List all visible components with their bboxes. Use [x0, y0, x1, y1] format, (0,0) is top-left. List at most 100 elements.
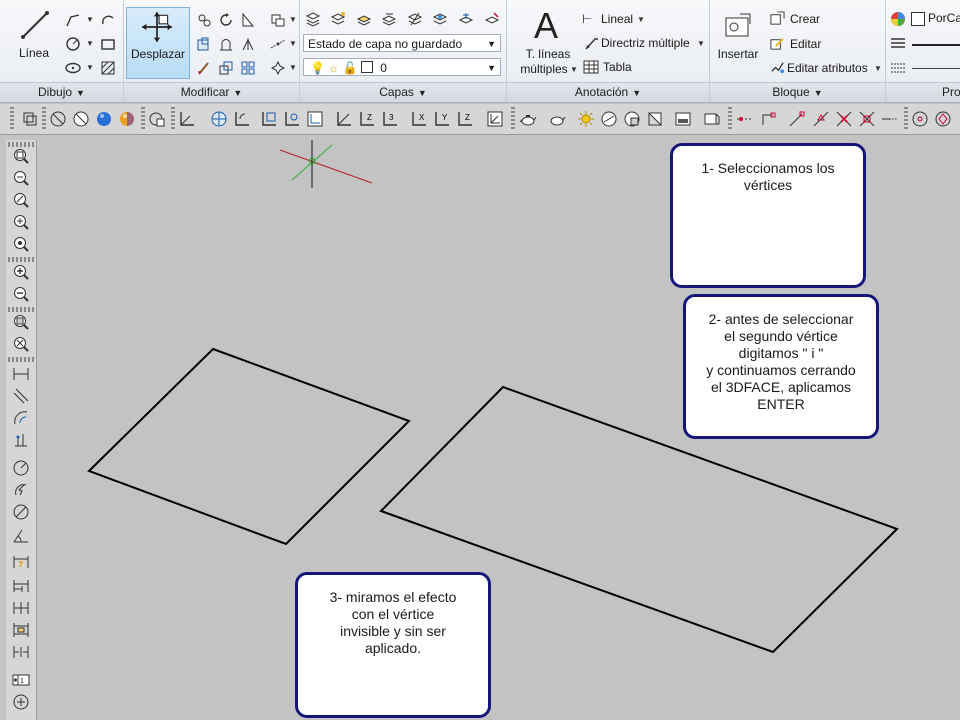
ellipse-dropdown-icon[interactable]: ▼: [86, 63, 94, 72]
erase-dropdown-icon[interactable]: ▼: [289, 15, 297, 24]
create-block-button[interactable]: Crear: [790, 11, 820, 27]
toolbar-grip[interactable]: [141, 107, 145, 131]
line-tool-button[interactable]: [16, 6, 54, 44]
panel-anotacion-title[interactable]: Anotación ▼: [507, 82, 709, 102]
mirror-button[interactable]: [193, 33, 215, 55]
layer-isolate-button[interactable]: [404, 8, 426, 30]
rotate-button[interactable]: [215, 9, 237, 31]
dim-jogged-button[interactable]: [11, 480, 31, 500]
snap-endpoint-button[interactable]: [735, 109, 755, 129]
ucs-y-button[interactable]: Y: [432, 109, 452, 129]
ucs-button[interactable]: [177, 109, 197, 129]
mleader-dropdown-icon[interactable]: ▼: [697, 39, 705, 48]
dim-space-button[interactable]: [11, 620, 31, 640]
snap-from-button[interactable]: [759, 109, 779, 129]
scale-button[interactable]: [215, 57, 237, 79]
fillet-button[interactable]: [215, 33, 237, 55]
current-layer-combo[interactable]: 💡 ☼ 🔓 0 ▼: [303, 58, 501, 76]
render-button[interactable]: [518, 109, 538, 129]
panel-modificar-title[interactable]: Modificar ▼: [124, 82, 299, 102]
layer-state-combo[interactable]: Estado de capa no guardado ▼: [303, 34, 501, 52]
brush-button[interactable]: [193, 57, 215, 79]
mleader-button[interactable]: Directriz múltiple: [601, 35, 690, 51]
mtext-dropdown-icon[interactable]: ▼: [570, 65, 578, 74]
explode-dropdown-icon[interactable]: ▼: [289, 63, 297, 72]
snap-endpoint2-button[interactable]: [787, 109, 807, 129]
ucs-view-button[interactable]: [305, 109, 325, 129]
circle-dropdown-icon[interactable]: ▼: [86, 39, 94, 48]
dim-radius-button[interactable]: [11, 458, 31, 478]
snap-quadrant-button[interactable]: [933, 109, 953, 129]
zoom-window-button[interactable]: [11, 146, 31, 166]
break-dropdown-icon[interactable]: ▼: [289, 39, 297, 48]
dim-continue-button[interactable]: [11, 598, 31, 618]
toolbar-grip[interactable]: [8, 357, 34, 362]
snap-extension-button[interactable]: [880, 109, 900, 129]
zoom-object-button[interactable]: [11, 234, 31, 254]
layer-previous-button[interactable]: [378, 8, 400, 30]
dim-break-button[interactable]: [11, 642, 31, 662]
zoom-extents-button[interactable]: [11, 334, 31, 354]
ucs-face-button[interactable]: [259, 109, 279, 129]
ucs-z-button[interactable]: Z: [455, 109, 475, 129]
layer-state-button[interactable]: [327, 8, 349, 30]
ucs-object-button[interactable]: [282, 109, 302, 129]
toolbar-grip[interactable]: [10, 107, 14, 131]
trim-button[interactable]: [237, 9, 259, 31]
edit-attributes-button[interactable]: Editar atributos: [787, 60, 868, 76]
zoom-scale-button[interactable]: [11, 190, 31, 210]
ucs-x-button[interactable]: X: [409, 109, 429, 129]
erase-button[interactable]: [267, 9, 289, 31]
dim-linear-button[interactable]: [11, 364, 31, 384]
materials-button[interactable]: [599, 109, 619, 129]
toolbar-grip[interactable]: [904, 107, 908, 131]
dim-aligned-button[interactable]: [11, 386, 31, 406]
layer-properties-button[interactable]: [302, 8, 324, 30]
ucs-world-button[interactable]: [20, 109, 40, 129]
lineweight-control[interactable]: [912, 44, 960, 46]
panel-propiedades-title[interactable]: Pro: [886, 82, 960, 102]
snap-midpoint-button[interactable]: [811, 109, 831, 129]
dim-arc-button[interactable]: [11, 408, 31, 428]
layer-off-button[interactable]: [481, 8, 503, 30]
layer-unisolate-button[interactable]: [429, 8, 451, 30]
dim-angular-button[interactable]: [11, 526, 31, 546]
explode-button[interactable]: [267, 57, 289, 79]
ucs-world-globe-button[interactable]: [209, 109, 229, 129]
arc-button[interactable]: [97, 9, 119, 31]
layer-freeze-button[interactable]: [455, 8, 477, 30]
toolbar-grip[interactable]: [728, 107, 732, 131]
table-button[interactable]: Tabla: [603, 59, 632, 75]
color-control[interactable]: PorCa: [928, 10, 960, 26]
zoom-center-button[interactable]: [11, 212, 31, 232]
panel-dibujo-title[interactable]: Dibujo ▼: [0, 82, 123, 102]
panel-bloque-title[interactable]: Bloque ▼: [710, 82, 885, 102]
toolbar-grip[interactable]: [511, 107, 515, 131]
edit-block-button[interactable]: Editar: [790, 36, 821, 52]
ucs-zaxis-button[interactable]: Z: [357, 109, 377, 129]
layer-match-button[interactable]: [353, 8, 375, 30]
linear-dim-button[interactable]: Lineal: [601, 11, 633, 27]
circle-button[interactable]: [62, 33, 84, 55]
rotate-cad-button[interactable]: [193, 9, 215, 31]
stretch-button[interactable]: [237, 33, 259, 55]
break-button[interactable]: [267, 33, 289, 55]
visual-style-manager-button[interactable]: [147, 109, 167, 129]
ucs-origin-button[interactable]: [334, 109, 354, 129]
ucs-apply-button[interactable]: [485, 109, 505, 129]
dim-quick-button[interactable]: [11, 552, 31, 572]
center-mark-button[interactable]: [11, 692, 31, 712]
ucs-previous-button[interactable]: [232, 109, 252, 129]
dim-baseline-button[interactable]: [11, 576, 31, 596]
dim-diameter-button[interactable]: [11, 502, 31, 522]
toolbar-grip[interactable]: [171, 107, 175, 131]
linear-dim-dropdown-icon[interactable]: ▼: [637, 15, 645, 24]
snap-apparent-button[interactable]: [857, 109, 877, 129]
zoom-dynamic-button[interactable]: [11, 168, 31, 188]
zoom-all-button[interactable]: [11, 312, 31, 332]
render-settings-button[interactable]: [547, 109, 567, 129]
lights-button[interactable]: [576, 109, 596, 129]
material-attach-button[interactable]: [622, 109, 642, 129]
visual-style-2dwire-button[interactable]: [48, 109, 68, 129]
array-button[interactable]: [237, 57, 259, 79]
